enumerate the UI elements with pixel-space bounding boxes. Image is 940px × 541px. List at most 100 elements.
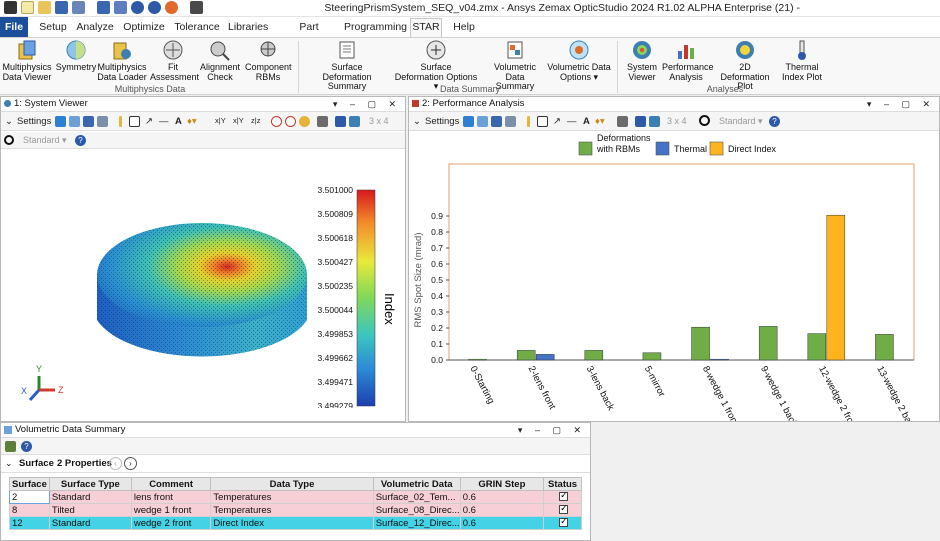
- rotate-x-icon[interactable]: x|Y: [215, 116, 226, 125]
- rectangle-icon[interactable]: [129, 116, 140, 127]
- save-icon[interactable]: [83, 116, 94, 127]
- cell-volumetric-data[interactable]: Surface_08_Direc...: [372, 503, 461, 517]
- cell-volumetric-data[interactable]: Surface_12_Direc...: [372, 516, 461, 530]
- rotate-icon[interactable]: [4, 135, 14, 145]
- cell-surface[interactable]: 8: [9, 503, 50, 517]
- zoom-icon[interactable]: [299, 116, 310, 127]
- style-dropdown[interactable]: Standard ▾: [719, 116, 763, 127]
- cell-surface-type[interactable]: Standard: [48, 490, 132, 504]
- column-header-comment[interactable]: Comment: [130, 477, 212, 491]
- table-row[interactable]: 2 Standard lens front Temperatures Surfa…: [9, 490, 582, 504]
- cell-surface[interactable]: 12: [9, 516, 50, 530]
- tab-optimize[interactable]: Optimize: [122, 20, 166, 37]
- cell-surface-type[interactable]: Standard: [48, 516, 132, 530]
- settings-button[interactable]: Settings: [17, 116, 51, 127]
- status-checkbox[interactable]: [559, 505, 569, 515]
- help-icon[interactable]: ?: [21, 441, 32, 452]
- export-icon[interactable]: [335, 116, 346, 127]
- viewer-3d-canvas[interactable]: Index 3.501000 3.500809 3.500618 3.500427 3.…: [1, 150, 405, 421]
- table-row[interactable]: 12 Standard wedge 2 front Direct Index S…: [9, 516, 582, 530]
- cell-grin-step[interactable]: 0.6: [459, 503, 545, 517]
- surface-deformation-summary-button[interactable]: Surface Deformation Summary: [303, 39, 391, 92]
- rotate-icon[interactable]: [699, 115, 710, 126]
- refresh-icon[interactable]: [463, 116, 474, 127]
- help-icon[interactable]: ?: [769, 116, 780, 127]
- copy-icon[interactable]: [69, 116, 80, 127]
- tab-star[interactable]: STAR: [410, 18, 442, 37]
- layout-dropdown[interactable]: 3 x 4: [667, 116, 687, 126]
- symmetry-button[interactable]: Symmetry: [55, 39, 97, 73]
- copy-icon[interactable]: [477, 116, 488, 127]
- cell-volumetric-data[interactable]: Surface_02_Tem...: [372, 490, 461, 504]
- alignment-check-button[interactable]: Alignment Check: [199, 39, 241, 82]
- pencil-icon[interactable]: [527, 116, 530, 127]
- tab-analyze[interactable]: Analyze: [75, 20, 115, 37]
- tab-file[interactable]: File: [0, 17, 28, 37]
- tab-tolerance[interactable]: Tolerance: [174, 20, 220, 37]
- tab-programming[interactable]: Programming: [344, 20, 407, 37]
- column-header-surface-type[interactable]: Surface Type: [48, 477, 132, 491]
- tab-libraries[interactable]: Libraries: [228, 20, 268, 37]
- status-checkbox[interactable]: [559, 518, 569, 528]
- multiphysics-data-loader-button[interactable]: Multiphysics Data Loader: [97, 39, 147, 82]
- previous-icon[interactable]: ‹: [109, 457, 122, 470]
- cell-grin-step[interactable]: 0.6: [459, 516, 545, 530]
- performance-analysis-button[interactable]: Performance Analysis: [662, 39, 714, 82]
- settings-chevron-icon[interactable]: ⌄: [5, 116, 13, 127]
- settings-icon[interactable]: [5, 441, 16, 452]
- status-checkbox[interactable]: [559, 492, 569, 502]
- line-icon[interactable]: —: [159, 116, 169, 127]
- tab-help[interactable]: Help: [450, 20, 478, 37]
- cell-data-type[interactable]: Temperatures: [210, 490, 374, 504]
- export-icon[interactable]: [635, 116, 646, 127]
- fill-icon[interactable]: ♦▾: [595, 116, 605, 127]
- cell-data-type[interactable]: Direct Index: [210, 516, 374, 530]
- lock-icon[interactable]: [617, 116, 628, 127]
- fit-assessment-button[interactable]: Fit Assessment: [150, 39, 199, 82]
- system-viewer-button[interactable]: System Viewer: [622, 39, 662, 82]
- window-controls[interactable]: ▾ – ▢ ✕: [867, 97, 935, 111]
- column-header-data-type[interactable]: Data Type: [210, 477, 374, 491]
- cell-surface-type[interactable]: Tilted: [48, 503, 132, 517]
- column-header-grin-step[interactable]: GRIN Step: [459, 477, 545, 491]
- fill-icon[interactable]: ♦▾: [187, 116, 197, 127]
- cell-comment[interactable]: wedge 2 front: [130, 516, 212, 530]
- refresh-icon[interactable]: [55, 116, 66, 127]
- settings-button[interactable]: Settings: [425, 116, 459, 127]
- column-header-volumetric-data[interactable]: Volumetric Data: [372, 477, 461, 491]
- rectangle-icon[interactable]: [537, 116, 548, 127]
- multiphysics-data-viewer-button[interactable]: Multiphysics Data Viewer: [2, 39, 52, 82]
- layout-icon[interactable]: [349, 116, 360, 127]
- tab-part-designer[interactable]: Part Designer: [278, 20, 340, 48]
- settings-chevron-icon[interactable]: ⌄: [413, 116, 421, 127]
- table-row[interactable]: 8 Tilted wedge 1 front Temperatures Surf…: [9, 503, 582, 517]
- arrow-icon[interactable]: ↗: [145, 116, 153, 127]
- no-rotate-icon[interactable]: [271, 116, 282, 127]
- print-icon[interactable]: [505, 116, 516, 127]
- cell-data-type[interactable]: Temperatures: [210, 503, 374, 517]
- help-icon[interactable]: ?: [75, 135, 86, 146]
- style-dropdown[interactable]: Standard ▾: [23, 135, 67, 146]
- text-icon[interactable]: A: [583, 116, 590, 127]
- column-header-surface[interactable]: Surface: [9, 477, 50, 491]
- window-controls[interactable]: ▾ – ▢ ✕: [518, 423, 586, 437]
- line-icon[interactable]: —: [567, 116, 577, 127]
- layout-dropdown[interactable]: 3 x 4: [369, 116, 389, 126]
- window-controls[interactable]: ▾ – ▢ ✕: [333, 97, 401, 111]
- component-rbms-button[interactable]: Component RBMs: [245, 39, 292, 82]
- volumetric-data-options-button[interactable]: Volumetric Data Options ▾: [547, 39, 611, 82]
- print-icon[interactable]: [97, 116, 108, 127]
- arrow-icon[interactable]: ↗: [553, 116, 561, 127]
- column-header-status[interactable]: Status: [543, 477, 582, 491]
- rotate-y-icon[interactable]: x|Y: [233, 116, 244, 125]
- collapse-chevron-icon[interactable]: ⌄: [5, 458, 13, 469]
- cell-grin-step[interactable]: 0.6: [459, 490, 545, 504]
- save-icon[interactable]: [491, 116, 502, 127]
- lock-icon[interactable]: [317, 116, 328, 127]
- tab-setup[interactable]: Setup: [34, 20, 72, 37]
- cell-surface[interactable]: 2: [9, 490, 50, 504]
- layout-icon[interactable]: [649, 116, 660, 127]
- no-zoom-icon[interactable]: [285, 116, 296, 127]
- cell-comment[interactable]: wedge 1 front: [130, 503, 212, 517]
- pencil-icon[interactable]: [119, 116, 122, 127]
